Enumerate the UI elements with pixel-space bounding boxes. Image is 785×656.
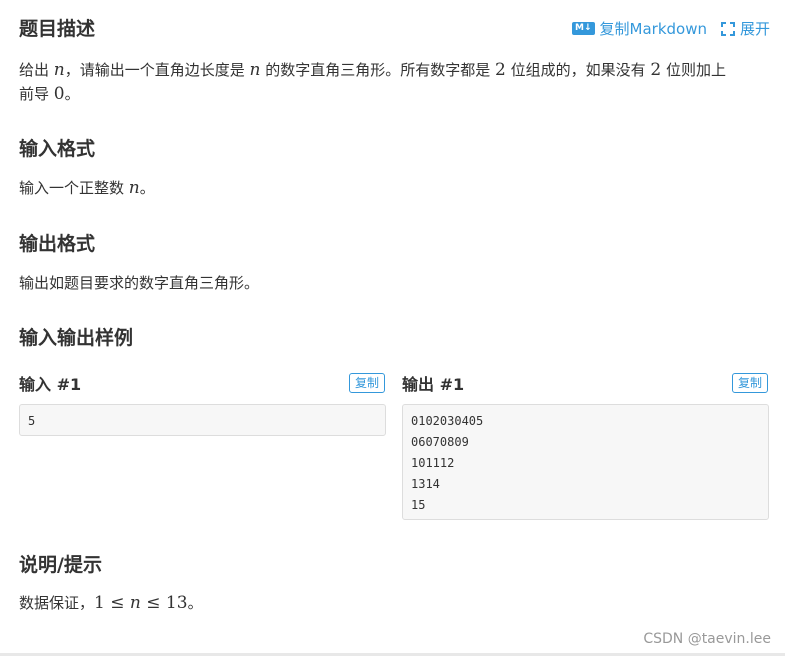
output-format-text: 输出如题目要求的数字直角三角形。 (19, 274, 260, 292)
problem-page: 题目描述 M↓ 复制Markdown 展开 给出 n，请输出一个直角边长度是 n… (0, 0, 785, 656)
description-text: 给出 n，请输出一个直角边长度是 n 的数字直角三角形。所有数字都是 2 位组成… (19, 60, 726, 80)
copy-output-button[interactable]: 复制 (732, 373, 769, 393)
hint-text: 数据保证，1 ≤ n ≤ 13。 (19, 593, 203, 613)
copy-markdown-label: 复制Markdown (599, 20, 707, 38)
copy-markdown-button[interactable]: M↓ 复制Markdown (572, 18, 707, 39)
sample-input-line: 5 (28, 414, 36, 428)
sample-output-line: 06070809 (411, 435, 469, 449)
sample-input-box[interactable]: 5 (19, 404, 386, 436)
output-format-title: 输出格式 (19, 233, 96, 255)
expand-label: 展开 (739, 20, 770, 38)
sample-output-line: 0102030405 (411, 414, 484, 428)
input-format-text: 输入一个正整数 n。 (19, 178, 155, 198)
expand-icon (720, 21, 735, 36)
input-format-title: 输入格式 (19, 138, 96, 160)
top-actions: M↓ 复制Markdown 展开 (572, 18, 770, 39)
sample-input-label: 输入 #1 (19, 375, 82, 394)
description-title: 题目描述 (19, 18, 96, 40)
samples-title: 输入输出样例 (19, 327, 134, 349)
description-text-line2: 前导 0。 (19, 84, 80, 104)
sample-output-box[interactable]: 0102030405 06070809 101112 1314 15 (402, 404, 769, 520)
watermark: CSDN @taevin.lee (643, 631, 771, 647)
sample-output-line: 101112 (411, 456, 455, 470)
sample-output-label: 输出 #1 (402, 375, 465, 394)
sample-output-line: 15 (411, 498, 426, 512)
hint-title: 说明/提示 (19, 554, 102, 576)
copy-input-button[interactable]: 复制 (349, 373, 386, 393)
sample-output-line: 1314 (411, 477, 440, 491)
markdown-icon: M↓ (572, 22, 595, 35)
expand-button[interactable]: 展开 (720, 18, 770, 39)
